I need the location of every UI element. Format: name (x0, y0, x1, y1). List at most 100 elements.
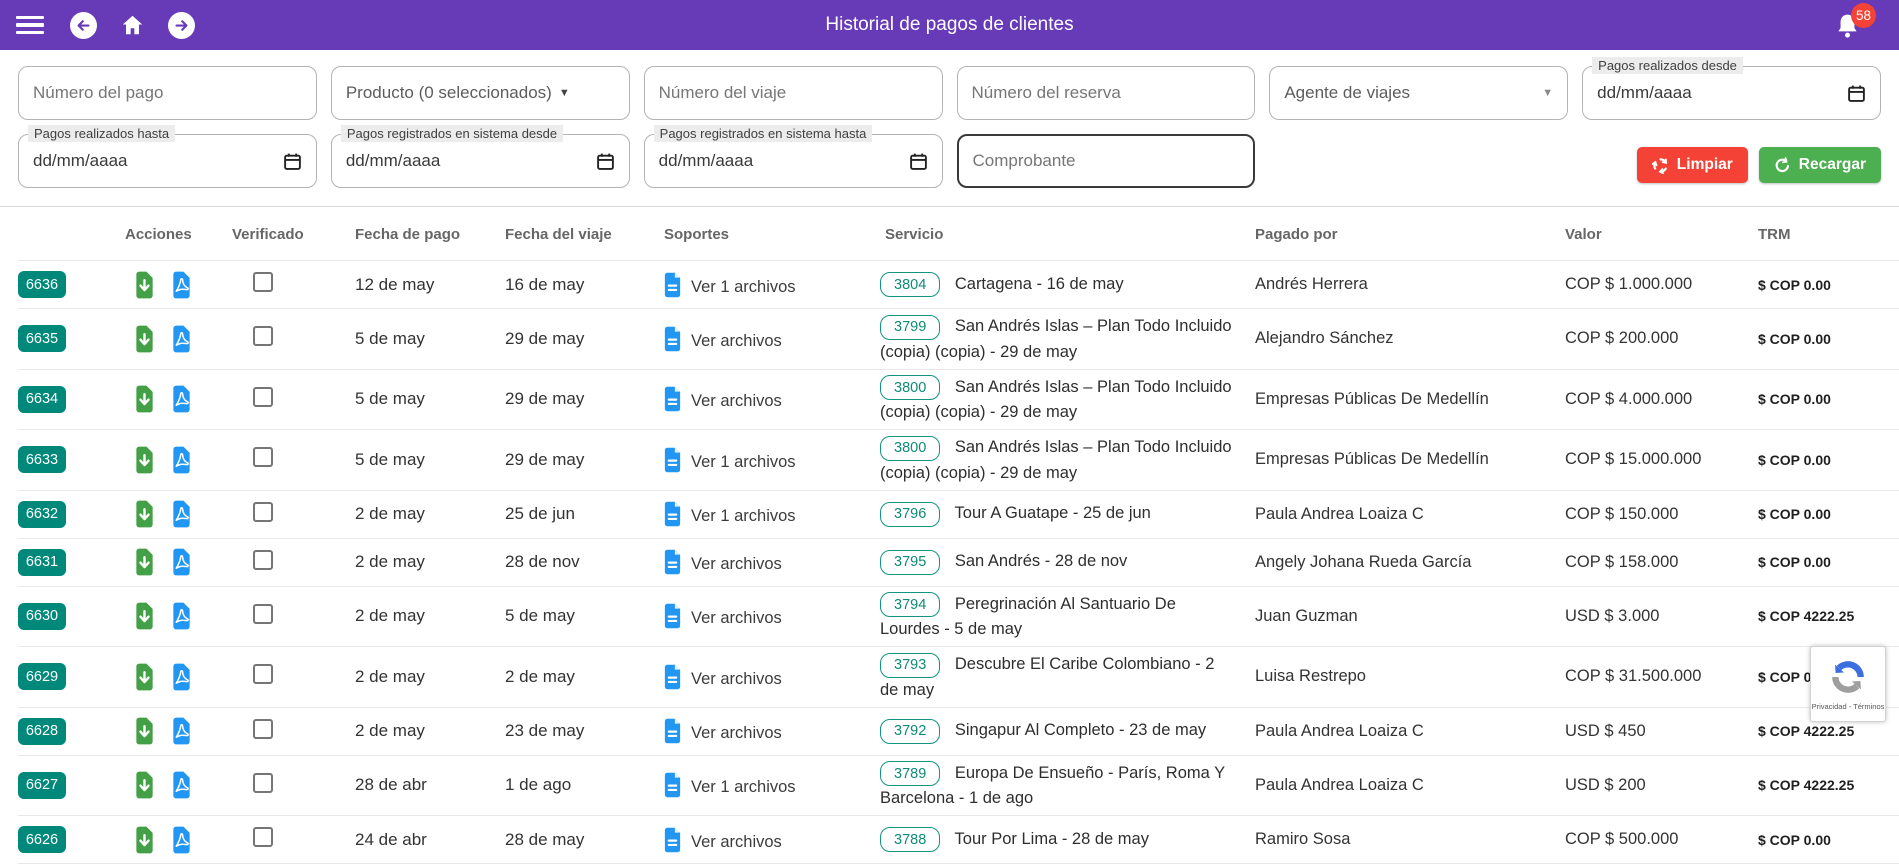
verified-checkbox[interactable] (253, 326, 273, 347)
clear-button[interactable]: Limpiar (1636, 147, 1748, 183)
calendar-icon[interactable] (1847, 84, 1866, 103)
pdf-file-button[interactable] (170, 663, 193, 691)
pdf-file-button[interactable] (170, 385, 193, 413)
payment-id-badge[interactable]: 6636 (18, 271, 66, 298)
verified-checkbox[interactable] (253, 664, 273, 685)
calendar-icon[interactable] (283, 152, 302, 171)
pdf-file-button[interactable] (170, 548, 193, 576)
notifications-button[interactable]: 58 (1834, 3, 1876, 46)
view-files-link[interactable]: Ver 1 archivos (691, 453, 796, 471)
payments-from-date-field[interactable]: Pagos realizados desde dd/mm/aaaa (1582, 57, 1881, 120)
receipt-input[interactable] (972, 151, 1240, 171)
service-id-pill[interactable]: 3804 (880, 272, 941, 298)
verified-checkbox[interactable] (253, 772, 273, 793)
trip-number-field[interactable] (643, 66, 943, 120)
pdf-file-button[interactable] (170, 717, 193, 745)
download-file-button[interactable] (133, 385, 156, 413)
payment-id-badge[interactable]: 6629 (18, 663, 66, 691)
service-id-pill[interactable]: 3796 (880, 501, 941, 527)
payment-id-badge[interactable]: 6630 (18, 602, 66, 630)
service-id-pill[interactable]: 3793 (880, 652, 941, 678)
view-files-link[interactable]: Ver archivos (691, 670, 782, 688)
service-id-pill[interactable]: 3800 (880, 375, 941, 400)
recaptcha-privacy-terms-link[interactable]: Privacidad - Términos (1812, 702, 1885, 711)
payment-number-field[interactable] (18, 66, 317, 120)
registered-until-date-field[interactable]: Pagos registrados en sistema hasta dd/mm… (643, 125, 943, 188)
verified-checkbox[interactable] (253, 827, 273, 847)
download-file-button[interactable] (133, 325, 156, 353)
reservation-number-input[interactable] (971, 83, 1241, 103)
service-id-pill[interactable]: 3789 (880, 761, 941, 786)
payments-table: Acciones Verificado Fecha de pago Fecha del… (18, 207, 1899, 868)
view-files-link[interactable]: Ver archivos (691, 332, 782, 350)
registered-from-date-field[interactable]: Pagos registrados en sistema desde dd/mm… (330, 125, 630, 188)
payment-date: 5 de may (340, 429, 490, 490)
download-file-button[interactable] (133, 548, 156, 576)
verified-checkbox[interactable] (253, 718, 273, 739)
verified-checkbox[interactable] (253, 272, 273, 292)
download-file-button[interactable] (133, 500, 156, 528)
pdf-file-icon (173, 271, 190, 298)
verified-checkbox[interactable] (253, 386, 273, 407)
calendar-icon[interactable] (596, 152, 615, 171)
product-select[interactable]: Producto (0 seleccionados) ▼ (330, 66, 630, 120)
menu-icon[interactable] (16, 15, 44, 35)
receipt-field[interactable] (956, 134, 1256, 188)
home-button[interactable] (120, 13, 145, 37)
download-file-button[interactable] (133, 271, 156, 299)
pdf-file-button[interactable] (170, 602, 193, 630)
view-files-link[interactable]: Ver archivos (691, 724, 782, 742)
verified-checkbox[interactable] (253, 549, 273, 570)
payment-id-badge[interactable]: 6628 (18, 717, 66, 745)
pdf-file-button[interactable] (170, 325, 193, 353)
trip-number-input[interactable] (658, 83, 928, 103)
pdf-file-button[interactable] (170, 271, 193, 299)
travel-agent-select[interactable]: Agente de viajes ▼ (1269, 66, 1569, 120)
payment-id-badge[interactable]: 6633 (18, 446, 66, 474)
view-files-link[interactable]: Ver 1 archivos (691, 778, 796, 796)
view-files-link[interactable]: Ver 1 archivos (691, 507, 796, 525)
verified-checkbox[interactable] (253, 501, 273, 522)
reload-button[interactable]: Recargar (1758, 147, 1881, 183)
verified-checkbox[interactable] (253, 447, 273, 468)
payment-number-input[interactable] (33, 83, 302, 103)
recaptcha-badge[interactable]: Privacidad - Términos (1810, 646, 1886, 722)
trip-date: 25 de jun (490, 489, 650, 538)
pdf-file-button[interactable] (170, 771, 193, 799)
download-file-button[interactable] (133, 446, 156, 474)
download-file-button[interactable] (133, 771, 156, 799)
pdf-file-button[interactable] (170, 500, 193, 528)
download-file-button[interactable] (133, 717, 156, 745)
back-button[interactable] (70, 11, 97, 39)
verified-checkbox[interactable] (253, 603, 273, 624)
download-file-button[interactable] (133, 663, 156, 691)
download-file-button[interactable] (133, 602, 156, 630)
service-id-pill[interactable]: 3795 (880, 549, 941, 575)
payments-until-date-field[interactable]: Pagos realizados hasta dd/mm/aaaa (18, 125, 317, 188)
view-files-link[interactable]: Ver archivos (691, 392, 782, 410)
payment-id-badge[interactable]: 6626 (18, 826, 66, 853)
download-file-button[interactable] (133, 826, 156, 854)
pdf-file-button[interactable] (170, 826, 193, 854)
payment-id-badge[interactable]: 6634 (18, 385, 66, 413)
payment-id-badge[interactable]: 6627 (18, 771, 66, 799)
payments-history-page: Historial de pagos de clientes 58 Produc… (0, 0, 1899, 868)
view-files-link[interactable]: Ver archivos (691, 609, 782, 627)
forward-button[interactable] (168, 11, 195, 39)
view-files-link[interactable]: Ver archivos (691, 833, 782, 851)
view-files-link[interactable]: Ver 1 archivos (691, 278, 796, 296)
table-row: 6627 28 de abr 1 de ago Ver 1 archivos 3… (18, 754, 1899, 816)
view-files-link[interactable]: Ver archivos (691, 555, 782, 573)
column-header: Fecha del viaje (505, 226, 612, 243)
service-id-pill[interactable]: 3788 (880, 827, 941, 853)
service-id-pill[interactable]: 3799 (880, 314, 941, 340)
payment-id-badge[interactable]: 6635 (18, 325, 66, 353)
payment-id-badge[interactable]: 6632 (18, 500, 66, 528)
calendar-icon[interactable] (909, 152, 928, 171)
reservation-number-field[interactable] (956, 66, 1256, 120)
service-id-pill[interactable]: 3792 (880, 718, 941, 744)
pdf-file-button[interactable] (170, 446, 193, 474)
service-id-pill[interactable]: 3800 (880, 435, 941, 461)
service-id-pill[interactable]: 3794 (880, 592, 941, 617)
payment-id-badge[interactable]: 6631 (18, 548, 66, 576)
